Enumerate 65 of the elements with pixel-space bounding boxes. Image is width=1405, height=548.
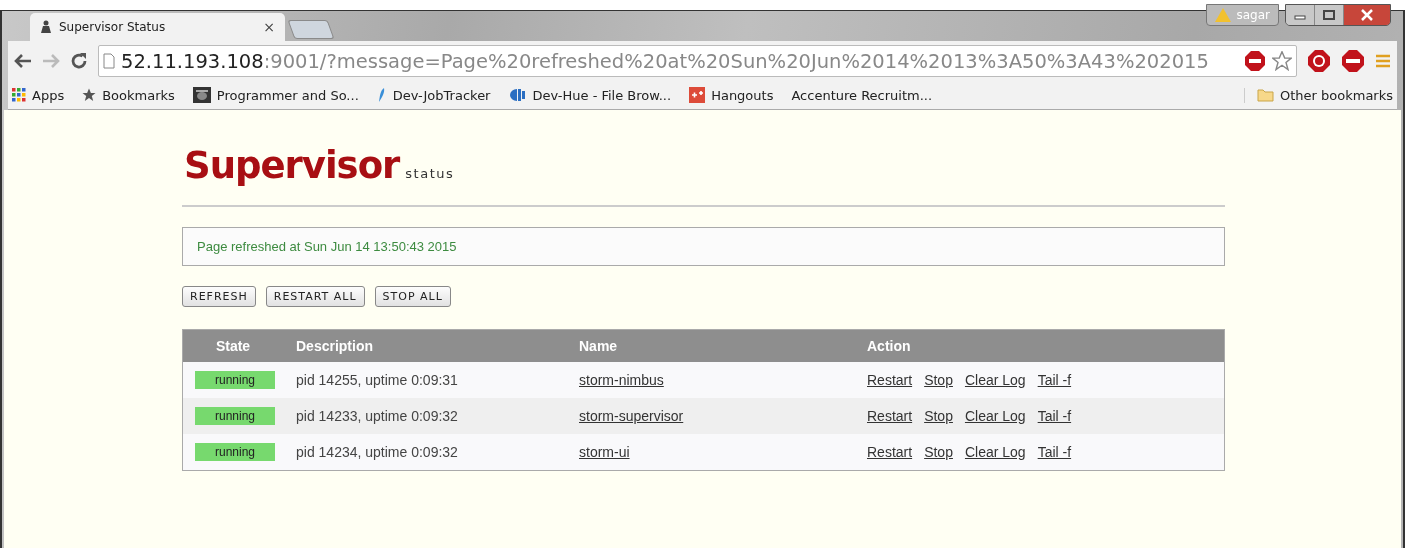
back-icon[interactable]	[14, 54, 32, 68]
feather-icon	[376, 87, 387, 103]
action-link[interactable]: Clear Log	[964, 408, 1026, 424]
thumbnail-icon	[192, 87, 211, 103]
column-header: Name	[579, 338, 618, 354]
tab-title: Supervisor Status	[59, 20, 166, 34]
bookmark-item[interactable]: Dev-JobTracker	[376, 87, 491, 103]
action-button[interactable]: STOP ALL	[374, 286, 451, 307]
bookmark-item[interactable]: Bookmarks	[82, 87, 175, 103]
action-link[interactable]: Tail -f	[1037, 444, 1072, 460]
user-name: sagar	[1236, 8, 1270, 22]
star-icon[interactable]	[1272, 51, 1292, 71]
bookmark-item[interactable]: Hangouts	[689, 87, 774, 103]
close-button[interactable]	[1344, 5, 1390, 25]
tab-close-button[interactable]: ×	[263, 19, 275, 35]
hue-logo-icon	[508, 88, 527, 102]
action-link[interactable]: Clear Log	[964, 372, 1026, 388]
apps-grid-icon	[12, 88, 26, 102]
action-link[interactable]: Tail -f	[1037, 408, 1072, 424]
folder-icon	[1257, 88, 1274, 102]
browser-tab[interactable]: Supervisor Status ×	[30, 13, 285, 41]
column-header: Action	[867, 338, 911, 354]
column-header: Description	[296, 338, 373, 354]
action-link[interactable]: Restart	[867, 372, 913, 388]
other-bookmarks[interactable]: Other bookmarks	[1244, 87, 1393, 103]
action-link[interactable]: Restart	[867, 408, 913, 424]
state-badge: running	[195, 371, 275, 389]
process-description: pid 14234, uptime 0:09:32	[296, 444, 458, 460]
logo-title: Supervisor	[184, 144, 400, 187]
state-badge: running	[195, 443, 275, 461]
close-icon	[1361, 9, 1373, 21]
action-link[interactable]: Stop	[924, 372, 953, 388]
process-link[interactable]: storm-ui	[579, 444, 630, 460]
url-text: 52.11.193.108:9001/?message=Page%20refreshed%20at%20Sun%20Jun%2014%2013%3A50%3A43%202015	[121, 49, 1209, 73]
page-icon	[103, 53, 115, 69]
hand-stop-icon[interactable]	[1307, 49, 1331, 73]
warning-icon	[1215, 8, 1232, 22]
bookmark-item[interactable]: Dev-Hue - File Brow...	[508, 87, 672, 103]
process-description: pid 14255, uptime 0:09:31	[296, 372, 458, 388]
action-button[interactable]: REFRESH	[182, 286, 256, 307]
status-message: Page refreshed at Sun Jun 14 13:50:43 2015	[182, 227, 1225, 266]
action-link[interactable]: Stop	[924, 408, 953, 424]
process-link[interactable]: storm-supervisor	[579, 408, 684, 424]
person-icon	[40, 20, 52, 34]
logo-subtitle: status	[405, 166, 455, 181]
process-link[interactable]: storm-nimbus	[579, 372, 664, 388]
bookmark-item[interactable]: Programmer and So...	[192, 87, 359, 103]
action-button[interactable]: RESTART ALL	[265, 286, 365, 307]
adblock-icon[interactable]	[1341, 49, 1365, 73]
star-icon	[82, 88, 97, 102]
action-link[interactable]: Restart	[867, 444, 913, 460]
process-description: pid 14233, uptime 0:09:32	[296, 408, 458, 424]
reload-icon[interactable]	[70, 52, 88, 70]
gplus-icon	[689, 87, 706, 103]
bookmark-item[interactable]: Accenture Recruitm...	[791, 87, 933, 103]
action-link[interactable]: Clear Log	[964, 444, 1026, 460]
state-badge: running	[195, 407, 275, 425]
column-header: State	[215, 338, 251, 354]
address-bar[interactable]: 52.11.193.108:9001/?message=Page%20refreshed%20at%20Sun%20Jun%2014%2013%3A50%3A43%202015	[98, 45, 1297, 77]
maximize-button[interactable]	[1315, 5, 1344, 25]
action-link[interactable]: Tail -f	[1037, 372, 1072, 388]
maximize-icon	[1323, 10, 1335, 20]
action-link[interactable]: Stop	[924, 444, 953, 460]
stop-sign-icon[interactable]	[1244, 50, 1266, 72]
bookmark-item[interactable]: Apps	[12, 87, 65, 103]
